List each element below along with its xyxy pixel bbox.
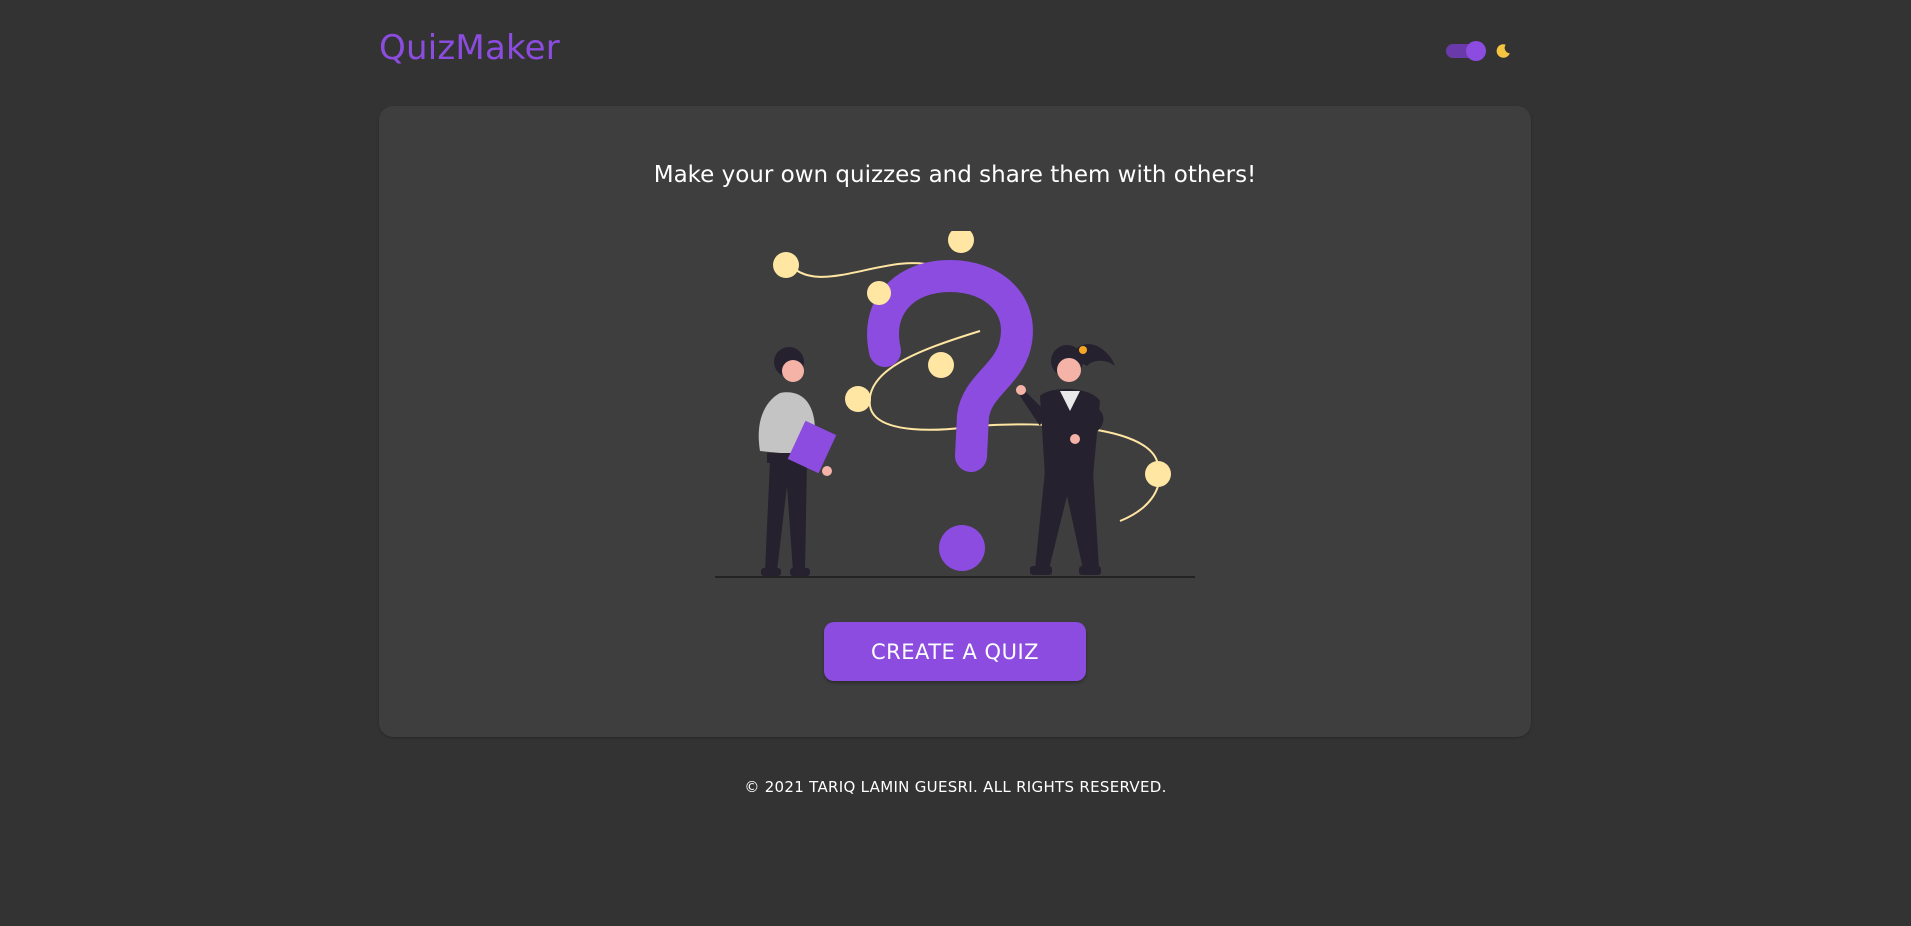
decor-dot <box>845 386 871 412</box>
theme-toggle[interactable] <box>1446 40 1520 62</box>
tagline: Make your own quizzes and share them wit… <box>653 162 1257 188</box>
person-right <box>1016 344 1115 575</box>
question-mark-illustration <box>715 231 1195 578</box>
header: QuizMaker <box>379 24 1531 76</box>
moon-icon <box>1496 44 1510 58</box>
create-quiz-button[interactable]: CREATE A QUIZ <box>824 622 1086 681</box>
decor-dot <box>773 252 799 278</box>
decor-dot <box>867 281 891 305</box>
decor-dot <box>928 352 954 378</box>
footer-copyright: © 2021 TARIQ LAMIN GUESRI. ALL RIGHTS RE… <box>744 778 1167 796</box>
page: QuizMaker Make your own quizzes and shar… <box>0 0 1911 926</box>
hero-card: Make your own quizzes and share them wit… <box>379 106 1531 737</box>
person-left <box>758 347 837 576</box>
toggle-knob[interactable] <box>1466 41 1486 61</box>
question-mark-dot <box>939 525 985 571</box>
toggle-track[interactable] <box>1446 41 1486 61</box>
brand-logo[interactable]: QuizMaker <box>379 28 560 68</box>
decor-dot <box>948 231 974 253</box>
decor-dot <box>1145 461 1171 487</box>
